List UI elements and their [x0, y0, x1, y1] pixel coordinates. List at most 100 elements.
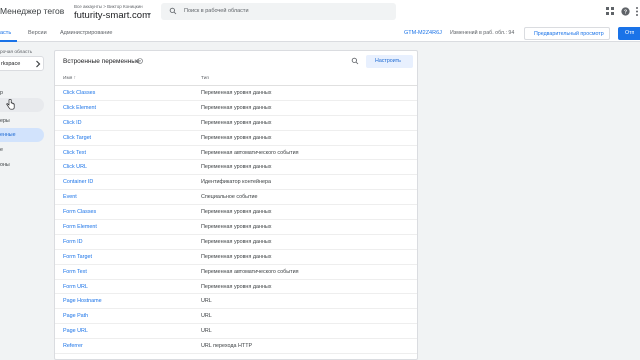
variable-name-link[interactable]: Click Element: [63, 105, 96, 111]
table-row: Event Специальное событие: [55, 190, 417, 206]
variable-name-link[interactable]: Form ID: [63, 239, 82, 245]
variable-type: Переменная уровня данных: [201, 90, 272, 96]
app-title: Менеджер тегов: [0, 6, 65, 16]
help-circle-icon[interactable]: ?: [137, 58, 143, 64]
variable-type: URL: [201, 298, 212, 305]
container-id[interactable]: GTM-M2Z4R6J: [404, 30, 442, 36]
search-placeholder: Поиск в рабочей области: [184, 8, 249, 14]
sidebar-item-variables[interactable]: енные: [0, 128, 44, 142]
workspace-changes: Изменений в раб. обл.: 94: [450, 30, 515, 36]
workspace-value: rkspace: [1, 61, 21, 67]
search-icon: [169, 7, 177, 15]
card-title: Встроенные переменные: [63, 58, 140, 65]
variable-type: Переменная уровня данных: [201, 253, 272, 260]
table-row: Click Target Переменная уровня данных: [55, 131, 417, 146]
variable-type: Переменная автоматического события: [201, 149, 299, 156]
tab-admin[interactable]: Администрирование: [60, 30, 112, 36]
tab-versions[interactable]: Версии: [28, 30, 47, 36]
variable-name-link[interactable]: Page URL: [63, 328, 88, 334]
column-header-name[interactable]: Имя ↑: [63, 76, 76, 81]
sidebar-item-label: оны: [0, 162, 10, 168]
table-row: Page URL URL: [55, 324, 417, 340]
variable-name-link[interactable]: Form Element: [63, 224, 97, 230]
submit-button-label: Отп: [625, 30, 635, 36]
variable-type: Переменная уровня данных: [201, 283, 272, 290]
table-row: Form ID Переменная уровня данных: [55, 235, 417, 250]
variables-table-body: Click Classes Переменная уровня данных Cli…: [55, 86, 417, 355]
variable-type: Переменная уровня данных: [201, 119, 272, 126]
variable-name-link[interactable]: Event: [63, 194, 77, 200]
sidebar: рочая область rkspace р еры енные е оны: [0, 42, 50, 360]
svg-text:?: ?: [139, 59, 141, 63]
table-row: Click URL Переменная уровня данных: [55, 160, 417, 176]
variable-name-link[interactable]: Form Target: [63, 254, 92, 260]
configure-button[interactable]: Настроить: [366, 55, 413, 68]
sidebar-item-triggers[interactable]: еры: [0, 114, 44, 128]
table-row: Page Path URL: [55, 309, 417, 325]
variable-name-link[interactable]: Click Text: [63, 150, 86, 156]
tab-workspace[interactable]: асть: [0, 30, 11, 36]
variable-name-link[interactable]: Referrer: [63, 343, 83, 349]
workspace-selector[interactable]: rkspace: [0, 56, 44, 71]
sidebar-item-templates[interactable]: оны: [0, 158, 44, 172]
hand-cursor-icon: [6, 99, 15, 110]
table-row: Form URL Переменная уровня данных: [55, 280, 417, 295]
column-header-type: Тип: [201, 76, 209, 81]
variable-name-link[interactable]: Form Classes: [63, 209, 96, 215]
variable-name-link[interactable]: Click URL: [63, 164, 87, 170]
variable-type: Переменная уровня данных: [201, 104, 272, 111]
table-row: Page Hostname URL: [55, 294, 417, 310]
help-icon[interactable]: ?: [621, 7, 630, 16]
variable-name-link[interactable]: Page Path: [63, 313, 88, 319]
table-row: Referrer URL перехода HTTP: [55, 339, 417, 355]
submit-button[interactable]: Отп: [618, 27, 640, 40]
variable-type: Переменная автоматического события: [201, 268, 299, 275]
variable-type: Переменная уровня данных: [201, 164, 272, 171]
variable-type: URL: [201, 328, 212, 335]
top-app-bar: Менеджер тегов Все аккаунты > Виктор Кон…: [0, 0, 640, 26]
variable-type: Переменная уровня данных: [201, 224, 272, 231]
variable-type: Идентификатор контейнера: [201, 179, 271, 186]
configure-button-label: Настроить: [375, 58, 401, 64]
variable-name-link[interactable]: Click ID: [63, 120, 82, 126]
variable-name-link[interactable]: Page Hostname: [63, 298, 102, 304]
caret-down-icon[interactable]: [147, 13, 151, 16]
builtin-variables-card: Встроенные переменные ? Настроить Имя ↑ …: [54, 50, 418, 360]
variable-name-link[interactable]: Click Target: [63, 135, 91, 141]
sidebar-item-label: енные: [0, 132, 16, 138]
sidebar-item-label: е: [0, 147, 3, 153]
account-breadcrumb[interactable]: Все аккаунты > Виктор Коницкин: [74, 4, 143, 9]
preview-button-label: Предварительный просмотр: [534, 31, 604, 37]
variable-name-link[interactable]: Click Classes: [63, 90, 95, 96]
sidebar-item-label: еры: [0, 118, 10, 124]
table-header: Имя ↑ Тип: [55, 71, 417, 86]
sidebar-item-label: р: [0, 90, 3, 96]
variable-type: Переменная уровня данных: [201, 238, 272, 245]
search-icon[interactable]: [351, 57, 359, 65]
table-row: Click ID Переменная уровня данных: [55, 116, 417, 131]
svg-text:?: ?: [624, 9, 627, 15]
table-row: Form Text Переменная автоматического собы…: [55, 265, 417, 280]
workspace-search-input[interactable]: Поиск в рабочей области: [161, 3, 396, 20]
table-row: Click Text Переменная автоматического соб…: [55, 146, 417, 161]
variable-name-link[interactable]: Form Text: [63, 269, 87, 275]
variable-type: URL перехода HTTP: [201, 343, 253, 350]
variable-type: Специальное событие: [201, 194, 258, 201]
variable-name-link[interactable]: Form URL: [63, 284, 88, 290]
apps-grid-icon[interactable]: [606, 7, 614, 15]
variable-type: URL: [201, 313, 212, 320]
variable-name-link[interactable]: Container ID: [63, 179, 93, 185]
table-row: Form Classes Переменная уровня данных: [55, 205, 417, 221]
preview-button[interactable]: Предварительный просмотр: [524, 27, 610, 40]
variable-type: Переменная уровня данных: [201, 134, 272, 141]
container-nav-bar: асть Версии Администрирование GTM-M2Z4R6…: [0, 26, 640, 42]
table-row: Click Element Переменная уровня данных: [55, 101, 417, 116]
chevron-right-icon: [36, 60, 41, 68]
container-selector[interactable]: futurity-smart.com: [74, 10, 150, 21]
table-row: Form Target Переменная уровня данных: [55, 250, 417, 265]
table-row: Form Element Переменная уровня данных: [55, 220, 417, 235]
sidebar-item-folders[interactable]: е: [0, 143, 44, 157]
more-vert-icon[interactable]: [635, 7, 639, 16]
variable-type: Переменная уровня данных: [201, 209, 272, 216]
table-row: Container ID Идентификатор контейнера: [55, 175, 417, 191]
